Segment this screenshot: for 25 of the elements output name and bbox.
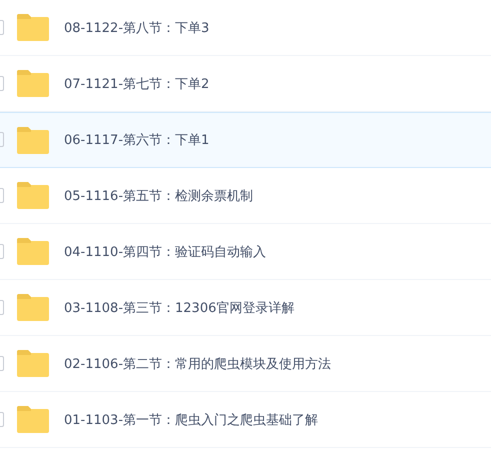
- folder-name[interactable]: 02-1106-第二节：常用的爬虫模块及使用方法: [64, 354, 332, 372]
- folder-icon: [17, 70, 49, 97]
- folder-icon: [17, 406, 49, 433]
- checkbox[interactable]: [0, 132, 4, 147]
- folder-name[interactable]: 08-1122-第八节：下单3: [64, 18, 210, 36]
- folder-name[interactable]: 03-1108-第三节：12306官网登录详解: [64, 298, 294, 316]
- folder-icon: [17, 14, 49, 41]
- folder-name[interactable]: 06-1117-第六节：下单1: [64, 131, 210, 149]
- checkbox[interactable]: [0, 300, 4, 314]
- folder-name[interactable]: 01-1103-第一节：爬虫入门之爬虫基础了解: [64, 410, 318, 428]
- checkbox[interactable]: [0, 244, 4, 258]
- checkbox[interactable]: [0, 188, 4, 202]
- folder-icon: [17, 238, 49, 265]
- folder-name[interactable]: 07-1121-第七节：下单2: [64, 74, 210, 92]
- checkbox[interactable]: [0, 356, 4, 370]
- folder-icon: [17, 294, 49, 321]
- folder-icon: [17, 350, 49, 377]
- checkbox[interactable]: [0, 412, 4, 426]
- checkbox[interactable]: [0, 20, 4, 34]
- checkbox[interactable]: [0, 76, 4, 90]
- folder-icon: [17, 182, 49, 209]
- folder-name[interactable]: 05-1116-第五节：检测余票机制: [64, 186, 254, 204]
- folder-name[interactable]: 04-1110-第四节：验证码自动输入: [64, 242, 266, 260]
- file-row[interactable]: 06-1117-第六节：下单1: [0, 112, 491, 168]
- folder-icon: [17, 126, 49, 154]
